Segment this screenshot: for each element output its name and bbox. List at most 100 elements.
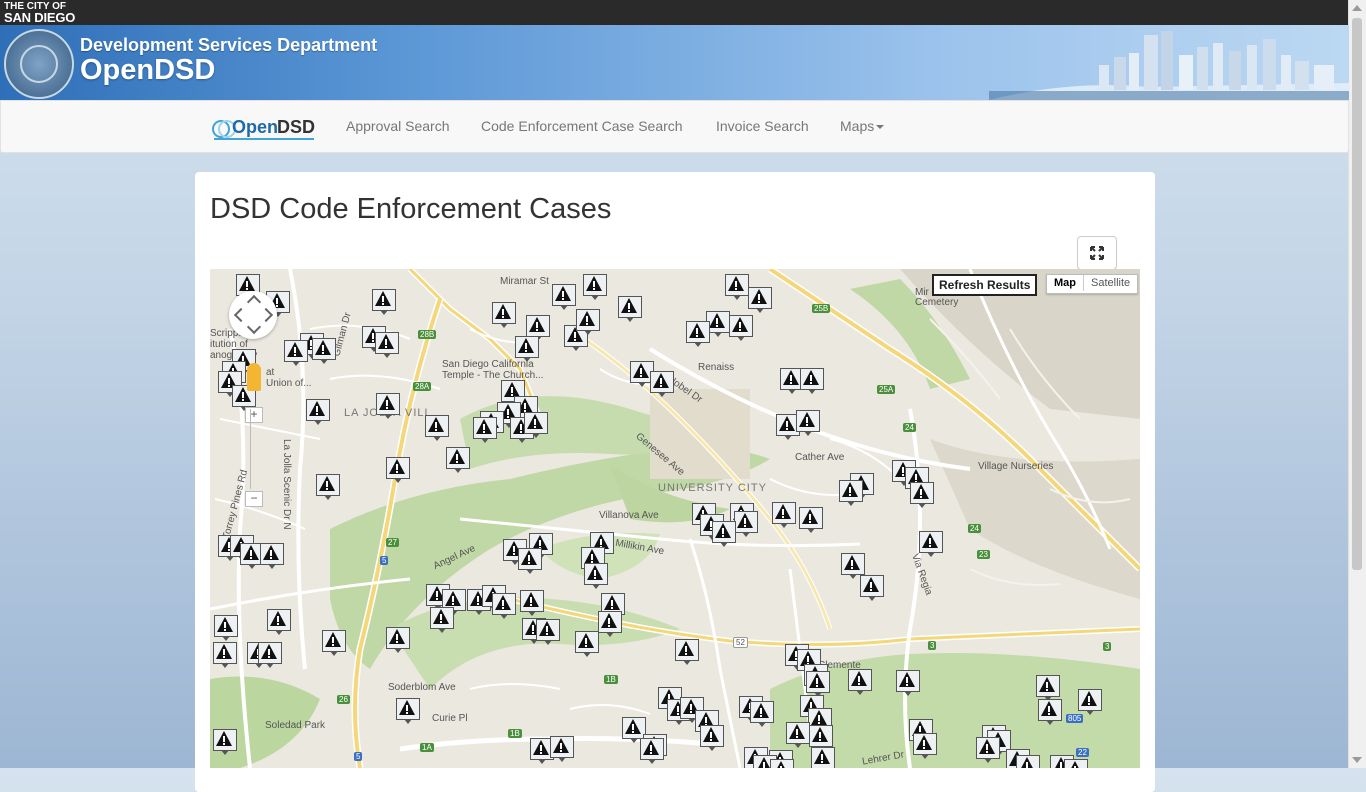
- map-type-map-button[interactable]: Map: [1047, 275, 1084, 291]
- case-marker-icon[interactable]: [306, 399, 330, 425]
- case-marker-icon[interactable]: [396, 698, 420, 724]
- case-marker-icon[interactable]: [492, 593, 516, 619]
- road-shield: 25A: [877, 385, 896, 394]
- case-marker-icon[interactable]: [524, 412, 548, 438]
- case-marker-icon[interactable]: [1036, 675, 1060, 701]
- case-marker-icon[interactable]: [712, 521, 736, 547]
- road-shield: 27: [386, 538, 399, 547]
- road-shield: 52: [733, 637, 748, 648]
- case-marker-icon[interactable]: [376, 393, 400, 419]
- map-label-mir: Mir: [915, 287, 929, 298]
- page-scrollbar[interactable]: [1348, 0, 1366, 768]
- case-marker-icon[interactable]: [770, 759, 794, 768]
- case-marker-icon[interactable]: [786, 722, 810, 748]
- nav-code-enforcement-case-search[interactable]: Code Enforcement Case Search: [481, 118, 683, 134]
- case-marker-icon[interactable]: [386, 627, 410, 653]
- case-marker-icon[interactable]: [650, 371, 674, 397]
- road-shield: 1B: [604, 675, 618, 684]
- case-marker-icon[interactable]: [214, 615, 238, 641]
- case-marker-icon[interactable]: [1016, 755, 1040, 768]
- pan-left-icon[interactable]: [233, 307, 249, 323]
- case-marker-icon[interactable]: [640, 738, 664, 764]
- code-enforcement-map[interactable]: Miramar St San Diego California Temple -…: [210, 269, 1140, 768]
- case-marker-icon[interactable]: [796, 410, 820, 436]
- map-label-villanova: Villanova Ave: [599, 510, 659, 521]
- case-marker-icon[interactable]: [734, 511, 758, 537]
- case-marker-icon[interactable]: [322, 630, 346, 656]
- case-marker-icon[interactable]: [258, 642, 282, 668]
- case-marker-icon[interactable]: [860, 575, 884, 601]
- case-marker-icon[interactable]: [515, 336, 539, 362]
- case-marker-icon[interactable]: [700, 725, 724, 751]
- case-marker-icon[interactable]: [425, 415, 449, 441]
- case-marker-icon[interactable]: [372, 289, 396, 315]
- pan-right-icon[interactable]: [258, 307, 274, 323]
- pan-up-icon[interactable]: [246, 294, 262, 310]
- scroll-up-icon[interactable]: [1352, 5, 1362, 11]
- pan-down-icon[interactable]: [246, 319, 262, 335]
- case-marker-icon[interactable]: [618, 296, 642, 322]
- map-pan-control[interactable]: [229, 291, 277, 339]
- case-marker-icon[interactable]: [536, 619, 560, 645]
- case-marker-icon[interactable]: [806, 671, 830, 697]
- case-marker-icon[interactable]: [473, 417, 497, 443]
- case-marker-icon[interactable]: [976, 737, 1000, 763]
- case-marker-icon[interactable]: [260, 543, 284, 569]
- fullscreen-button[interactable]: [1077, 236, 1117, 270]
- case-marker-icon[interactable]: [267, 609, 291, 635]
- case-marker-icon[interactable]: [518, 548, 542, 574]
- case-marker-icon[interactable]: [839, 480, 863, 506]
- case-marker-icon[interactable]: [386, 457, 410, 483]
- case-marker-icon[interactable]: [686, 321, 710, 347]
- case-marker-icon[interactable]: [913, 733, 937, 759]
- case-marker-icon[interactable]: [284, 340, 308, 366]
- nav-approval-search[interactable]: Approval Search: [346, 118, 450, 134]
- case-marker-icon[interactable]: [575, 631, 599, 657]
- case-marker-icon[interactable]: [375, 332, 399, 358]
- nav-maps-dropdown[interactable]: Maps: [840, 118, 885, 134]
- case-marker-icon[interactable]: [799, 507, 823, 533]
- case-marker-icon[interactable]: [1038, 699, 1062, 725]
- case-marker-icon[interactable]: [800, 368, 824, 394]
- case-marker-icon[interactable]: [430, 607, 454, 633]
- refresh-results-button[interactable]: Refresh Results: [932, 274, 1038, 296]
- case-marker-icon[interactable]: [213, 642, 237, 668]
- nav-invoice-search[interactable]: Invoice Search: [716, 118, 809, 134]
- case-marker-icon[interactable]: [312, 338, 336, 364]
- road-shield: 3: [928, 641, 937, 650]
- case-marker-icon[interactable]: [750, 701, 774, 727]
- zoom-out-button[interactable]: −: [245, 491, 263, 507]
- case-marker-icon[interactable]: [584, 563, 608, 589]
- case-marker-icon[interactable]: [772, 502, 796, 528]
- case-marker-icon[interactable]: [675, 639, 699, 665]
- case-marker-icon[interactable]: [598, 611, 622, 637]
- case-marker-icon[interactable]: [725, 274, 749, 300]
- case-marker-icon[interactable]: [446, 447, 470, 473]
- app-title: OpenDSD: [80, 54, 216, 86]
- case-marker-icon[interactable]: [748, 287, 772, 313]
- road-shield: 22: [1076, 748, 1089, 757]
- case-marker-icon[interactable]: [896, 670, 920, 696]
- case-marker-icon[interactable]: [910, 482, 934, 508]
- case-marker-icon[interactable]: [550, 736, 574, 762]
- case-marker-icon[interactable]: [811, 747, 835, 768]
- case-marker-icon[interactable]: [213, 729, 237, 755]
- case-marker-icon[interactable]: [520, 590, 544, 616]
- case-marker-icon[interactable]: [1078, 689, 1102, 715]
- case-marker-icon[interactable]: [919, 531, 943, 557]
- city-of-san-diego-logo[interactable]: THE CITY OF SAN DIEGO: [4, 1, 76, 25]
- case-marker-icon[interactable]: [492, 302, 516, 328]
- case-marker-icon[interactable]: [583, 274, 607, 300]
- case-marker-icon[interactable]: [576, 309, 600, 335]
- city-logo-line2: SAN DIEGO: [4, 10, 76, 25]
- scrollbar-thumb[interactable]: [1352, 18, 1362, 570]
- case-marker-icon[interactable]: [552, 284, 576, 310]
- map-type-satellite-button[interactable]: Satellite: [1084, 275, 1137, 291]
- case-marker-icon[interactable]: [729, 315, 753, 341]
- zoom-slider-track[interactable]: [250, 409, 259, 489]
- case-marker-icon[interactable]: [1064, 759, 1088, 768]
- case-marker-icon[interactable]: [316, 474, 340, 500]
- case-marker-icon[interactable]: [848, 669, 872, 695]
- street-view-pegman-icon[interactable]: [247, 363, 261, 391]
- scroll-down-icon[interactable]: [1352, 757, 1362, 763]
